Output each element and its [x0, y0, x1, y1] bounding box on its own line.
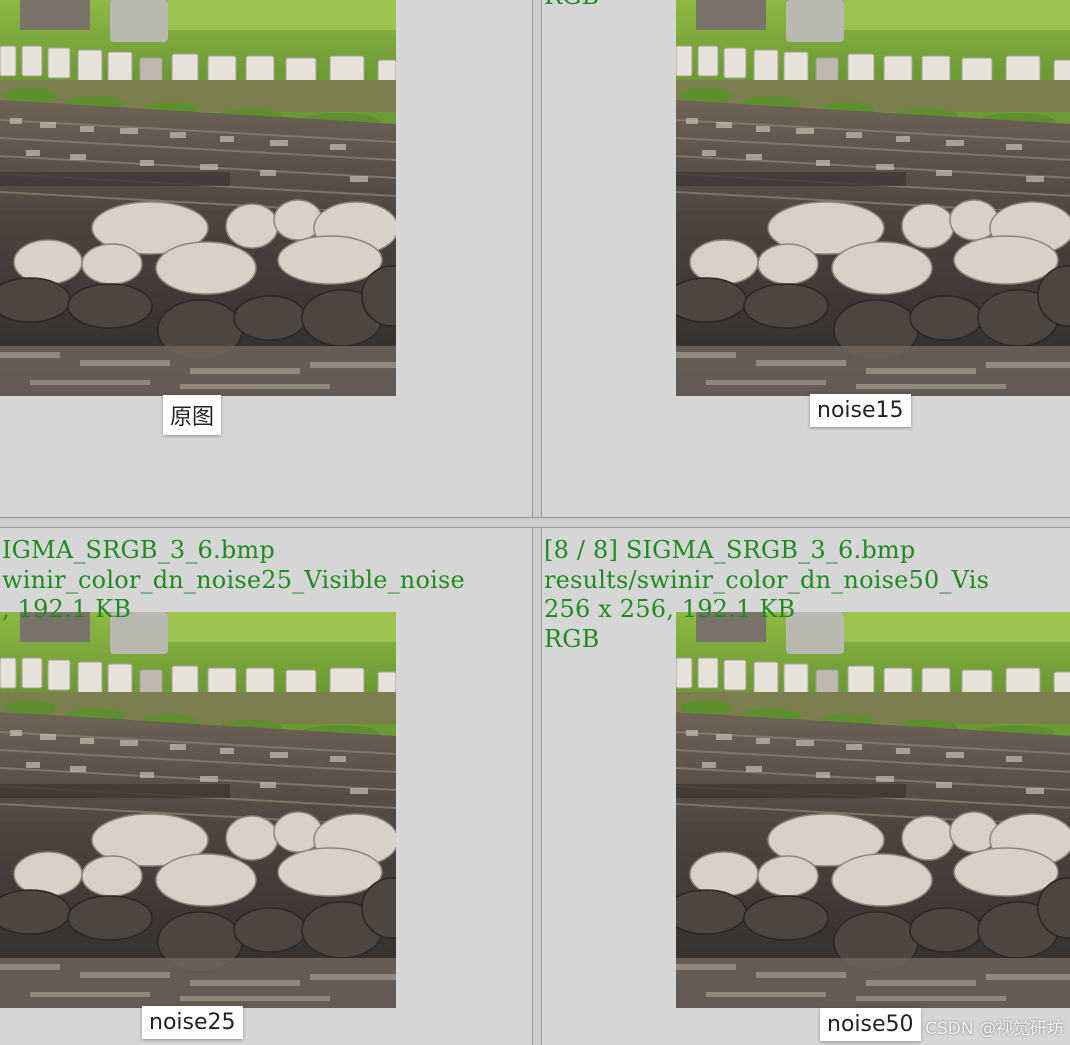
- image-noise15: [676, 0, 1070, 396]
- caption-original: 原图: [163, 395, 222, 435]
- watermark: CSDN @视觉研坊: [925, 1019, 1064, 1039]
- image-compare-viewer: 原图 RGB noise15 IGMA_SRGB_3_6.bmpwinir_co…: [0, 0, 1070, 1045]
- image-noise25: [0, 612, 396, 1008]
- info-filename: IGMA_SRGB_3_6.bmp: [2, 536, 275, 564]
- info-size: , 192.1 KB: [2, 595, 132, 623]
- caption-noise50: noise50: [820, 1008, 921, 1041]
- horizontal-splitter[interactable]: [0, 517, 1070, 528]
- image-original: [0, 0, 396, 396]
- pane-noise15[interactable]: RGB noise15: [542, 0, 1070, 517]
- info-overlay-noise25: IGMA_SRGB_3_6.bmp winir_color_dn_noise25_…: [2, 536, 465, 625]
- caption-noise25: noise25: [142, 1006, 243, 1039]
- info-overlay-noise50: [8 / 8] SIGMA_SRGB_3_6.bmp results/swinir…: [544, 536, 989, 654]
- pane-original[interactable]: 原图: [0, 0, 532, 517]
- info-path: results/swinir_color_dn_noise50_Vis: [544, 565, 990, 594]
- caption-noise15: noise15: [810, 394, 911, 427]
- pane-noise50[interactable]: [8 / 8] SIGMA_SRGB_3_6.bmp results/swinir…: [542, 528, 1070, 1045]
- info-text-fragment: RGB: [544, 0, 599, 12]
- info-color-mode: RGB: [544, 624, 600, 653]
- info-counter-filename: [8 / 8] SIGMA_SRGB_3_6.bmp: [544, 536, 916, 564]
- info-path: winir_color_dn_noise25_Visible_noise: [2, 565, 465, 594]
- image-noise50: [676, 612, 1070, 1008]
- info-dimensions-size: 256 x 256, 192.1 KB: [544, 595, 796, 623]
- pane-noise25[interactable]: IGMA_SRGB_3_6.bmp winir_color_dn_noise25_…: [0, 528, 532, 1045]
